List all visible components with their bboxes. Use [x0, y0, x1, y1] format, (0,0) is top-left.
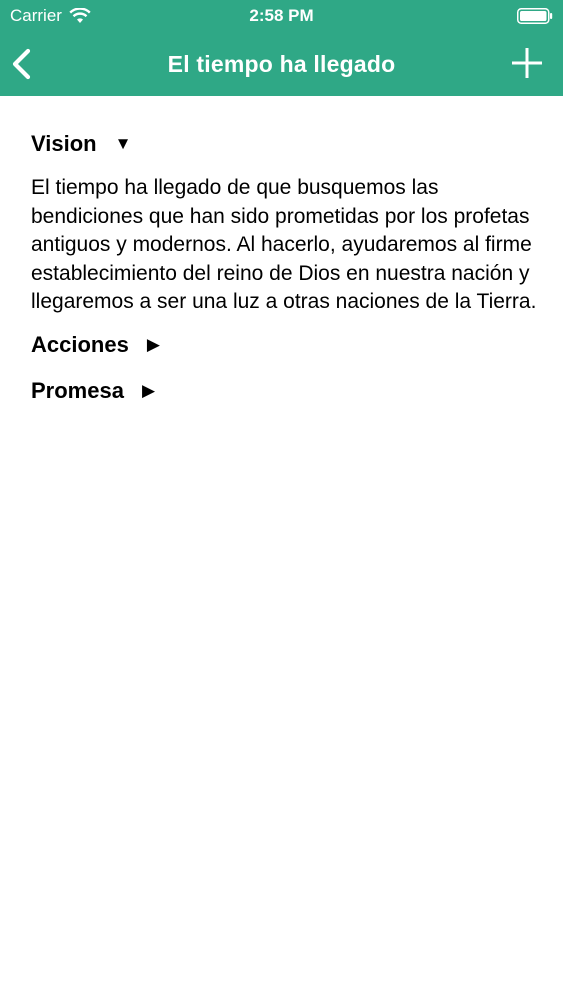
navigation-bar: El tiempo ha llegado — [0, 33, 563, 96]
page-title: El tiempo ha llegado — [167, 51, 396, 77]
add-button[interactable] — [509, 45, 545, 81]
section-header-vision[interactable]: Vision ▼ — [31, 128, 541, 160]
caret-right-icon: ▶ — [141, 380, 156, 400]
section-body-vision: El tiempo ha llegado de que busquemos la… — [31, 176, 537, 313]
section-title: Acciones — [31, 331, 129, 357]
battery-icon — [517, 8, 553, 24]
plus-icon — [509, 48, 545, 85]
status-bar: Carrier 2:58 PM — [0, 0, 563, 33]
section-header-acciones[interactable]: Acciones ▶ — [31, 329, 541, 361]
section-header-promesa[interactable]: Promesa ▶ — [31, 375, 541, 407]
caret-down-icon: ▼ — [114, 134, 132, 153]
section-title: Vision — [31, 131, 97, 156]
caret-right-icon: ▶ — [146, 334, 160, 354]
status-time: 2:58 PM — [249, 6, 314, 25]
section-title: Promesa — [31, 377, 124, 403]
content-area: Vision ▼ El tiempo ha llegado de que bus… — [31, 128, 541, 407]
